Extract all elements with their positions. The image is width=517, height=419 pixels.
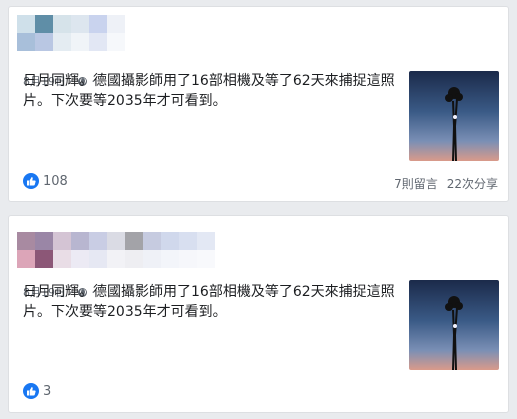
post-card: 8月19日 · · 日月同輝。德國攝影師用了16部相機及等了62天來捕捉這照片。… — [8, 215, 509, 413]
post-text: 日月同輝。德國攝影師用了16部相機及等了62天來捕捉這照片。下次要等2035年才… — [23, 284, 395, 320]
reaction-count: 3 — [43, 383, 52, 399]
share-count[interactable]: 22次分享 — [447, 175, 498, 192]
reaction-count: 108 — [43, 173, 68, 189]
post-text: 日月同輝。德國攝影師用了16部相機及等了62天來捕捉這照片。下次要等2035年才… — [23, 73, 395, 109]
post-card: 8月19日 · · 日月同輝。德國攝影師用了16部相機及等了62天來捕捉這照片。… — [8, 6, 509, 202]
sun-moon-photo — [409, 71, 499, 161]
pixelated-author-name[interactable] — [17, 232, 215, 268]
post-thumbnail[interactable] — [409, 71, 499, 161]
post-stats: 7則留言 22次分享 — [394, 175, 498, 192]
post-thumbnail[interactable] — [409, 280, 499, 370]
like-icon — [23, 383, 39, 399]
comment-count[interactable]: 7則留言 — [394, 175, 438, 192]
sun-moon-photo — [409, 280, 499, 370]
reaction-summary[interactable]: 3 — [23, 383, 51, 399]
pixelated-author-name[interactable] — [17, 15, 125, 51]
reaction-summary[interactable]: 108 — [23, 173, 68, 189]
like-icon — [23, 173, 39, 189]
